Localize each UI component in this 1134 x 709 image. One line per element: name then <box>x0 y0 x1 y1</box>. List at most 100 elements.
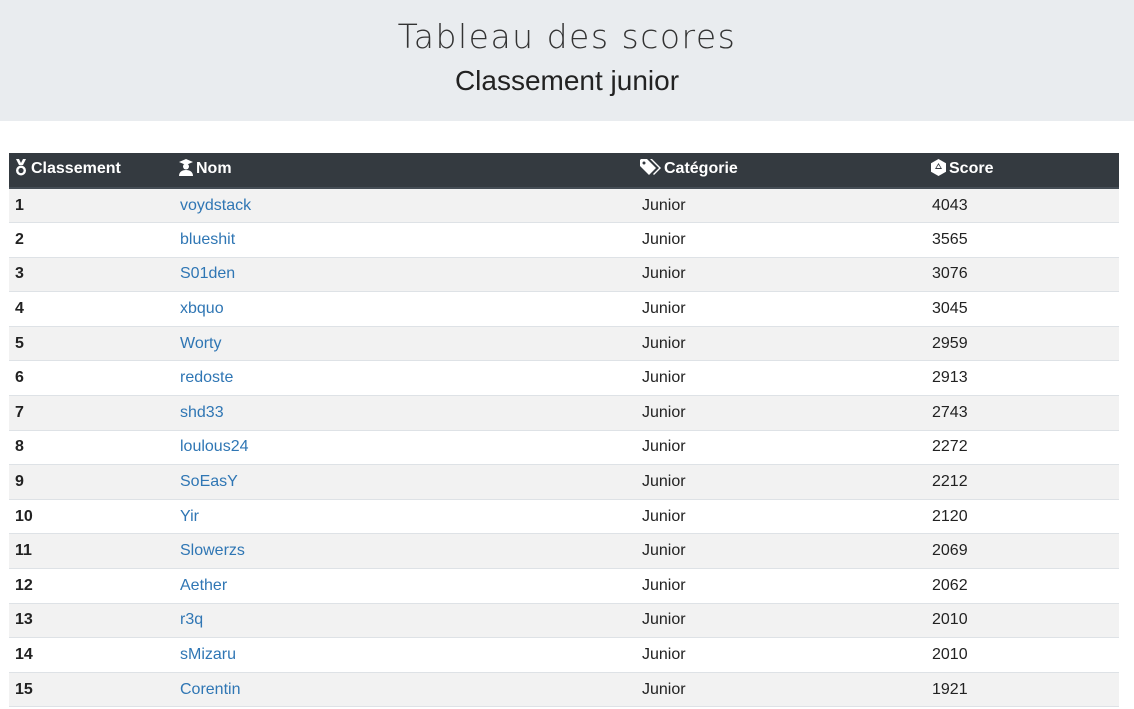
name-cell: SoEasY <box>174 464 636 500</box>
rank-cell: 5 <box>9 326 174 362</box>
player-link[interactable]: r3q <box>180 611 203 628</box>
dice-d20-icon <box>930 159 947 181</box>
name-cell: r3q <box>174 603 636 639</box>
table-row: 4 xbquo Junior 3045 <box>9 291 1119 327</box>
rank-cell: 1 <box>9 188 174 224</box>
score-cell: 3565 <box>926 222 1119 258</box>
score-cell: 2212 <box>926 464 1119 500</box>
score-cell: 2010 <box>926 603 1119 639</box>
rank-cell: 14 <box>9 637 174 673</box>
rank-cell: 12 <box>9 568 174 604</box>
column-header-label: Score <box>949 160 994 177</box>
score-cell: 2959 <box>926 326 1119 362</box>
name-cell: Corentin <box>174 672 636 708</box>
table-row: 2 blueshit Junior 3565 <box>9 222 1119 258</box>
medal-icon <box>13 159 29 181</box>
category-cell: Junior <box>636 603 926 639</box>
rank-cell: 10 <box>9 499 174 535</box>
name-cell: S01den <box>174 257 636 293</box>
category-cell: Junior <box>636 360 926 397</box>
table-row: 14 sMizaru Junior 2010 <box>9 637 1119 673</box>
rank-cell: 6 <box>9 360 174 397</box>
table-row: 12 Aether Junior 2062 <box>9 568 1119 604</box>
name-cell: xbquo <box>174 291 636 327</box>
score-cell: 2913 <box>926 360 1119 397</box>
player-link[interactable]: voydstack <box>180 197 251 214</box>
player-link[interactable]: Slowerzs <box>180 542 245 559</box>
player-link[interactable]: SoEasY <box>180 473 238 490</box>
rank-cell: 7 <box>9 395 174 431</box>
score-cell: 1921 <box>926 672 1119 708</box>
rank-cell: 2 <box>9 222 174 258</box>
rank-cell: 11 <box>9 533 174 570</box>
category-cell: Junior <box>636 672 926 708</box>
rank-cell: 8 <box>9 430 174 466</box>
category-cell: Junior <box>636 430 926 466</box>
rank-cell: 13 <box>9 603 174 639</box>
player-link[interactable]: shd33 <box>180 404 224 421</box>
column-header-rank[interactable]: Classement <box>9 153 174 189</box>
player-link[interactable]: S01den <box>180 265 235 282</box>
rank-cell: 3 <box>9 257 174 293</box>
score-cell: 2272 <box>926 430 1119 466</box>
table-row: 7 shd33 Junior 2743 <box>9 395 1119 431</box>
table-header: Classement Nom Catégorie Score <box>9 153 1119 189</box>
player-link[interactable]: Aether <box>180 577 227 594</box>
column-header-label: Nom <box>196 160 232 177</box>
scoreboard-table: Classement Nom Catégorie Score 1 voydsta… <box>9 153 1119 708</box>
category-cell: Junior <box>636 637 926 673</box>
name-cell: Aether <box>174 568 636 604</box>
category-cell: Junior <box>636 257 926 293</box>
player-link[interactable]: Yir <box>180 508 199 525</box>
category-cell: Junior <box>636 222 926 258</box>
category-cell: Junior <box>636 395 926 431</box>
player-link[interactable]: xbquo <box>180 300 224 317</box>
graduate-icon <box>178 159 194 181</box>
player-link[interactable]: blueshit <box>180 231 235 248</box>
name-cell: Worty <box>174 326 636 362</box>
name-cell: blueshit <box>174 222 636 258</box>
name-cell: sMizaru <box>174 637 636 673</box>
category-cell: Junior <box>636 499 926 535</box>
category-cell: Junior <box>636 464 926 500</box>
name-cell: voydstack <box>174 188 636 224</box>
player-link[interactable]: Corentin <box>180 681 240 698</box>
page-subtitle: Classement junior <box>454 65 680 96</box>
category-cell: Junior <box>636 291 926 327</box>
score-cell: 3076 <box>926 257 1119 293</box>
score-cell: 4043 <box>926 188 1119 224</box>
rank-cell: 4 <box>9 291 174 327</box>
score-cell: 2069 <box>926 533 1119 570</box>
category-cell: Junior <box>636 533 926 570</box>
table-row: 13 r3q Junior 2010 <box>9 603 1119 639</box>
score-cell: 2010 <box>926 637 1119 673</box>
table-row: 5 Worty Junior 2959 <box>9 326 1119 362</box>
score-cell: 3045 <box>926 291 1119 327</box>
player-link[interactable]: redoste <box>180 369 233 386</box>
table-row: 10 Yir Junior 2120 <box>9 499 1119 535</box>
score-cell: 2120 <box>926 499 1119 535</box>
player-link[interactable]: loulous24 <box>180 438 249 455</box>
page-header: Tableau des scores Classement junior <box>0 0 1134 121</box>
player-link[interactable]: sMizaru <box>180 646 236 663</box>
category-cell: Junior <box>636 326 926 362</box>
table-body: 1 voydstack Junior 4043 2 blueshit Junior 3565 3… <box>9 188 1119 708</box>
table-row: 8 loulous24 Junior 2272 <box>9 430 1119 466</box>
player-link[interactable]: Worty <box>180 335 221 352</box>
category-cell: Junior <box>636 568 926 604</box>
tags-icon <box>640 159 662 181</box>
name-cell: Slowerzs <box>174 533 636 570</box>
column-header-score[interactable]: Score <box>926 153 1119 189</box>
table-row: 15 Corentin Junior 1921 <box>9 672 1119 708</box>
table-row: 9 SoEasY Junior 2212 <box>9 464 1119 500</box>
name-cell: shd33 <box>174 395 636 431</box>
table-header-row: Classement Nom Catégorie Score <box>9 153 1119 189</box>
column-header-category[interactable]: Catégorie <box>636 153 926 189</box>
category-cell: Junior <box>636 188 926 224</box>
name-cell: Yir <box>174 499 636 535</box>
column-header-name[interactable]: Nom <box>174 153 636 189</box>
name-cell: loulous24 <box>174 430 636 466</box>
table-row: 11 Slowerzs Junior 2069 <box>9 533 1119 570</box>
table-row: 3 S01den Junior 3076 <box>9 257 1119 293</box>
rank-cell: 9 <box>9 464 174 500</box>
